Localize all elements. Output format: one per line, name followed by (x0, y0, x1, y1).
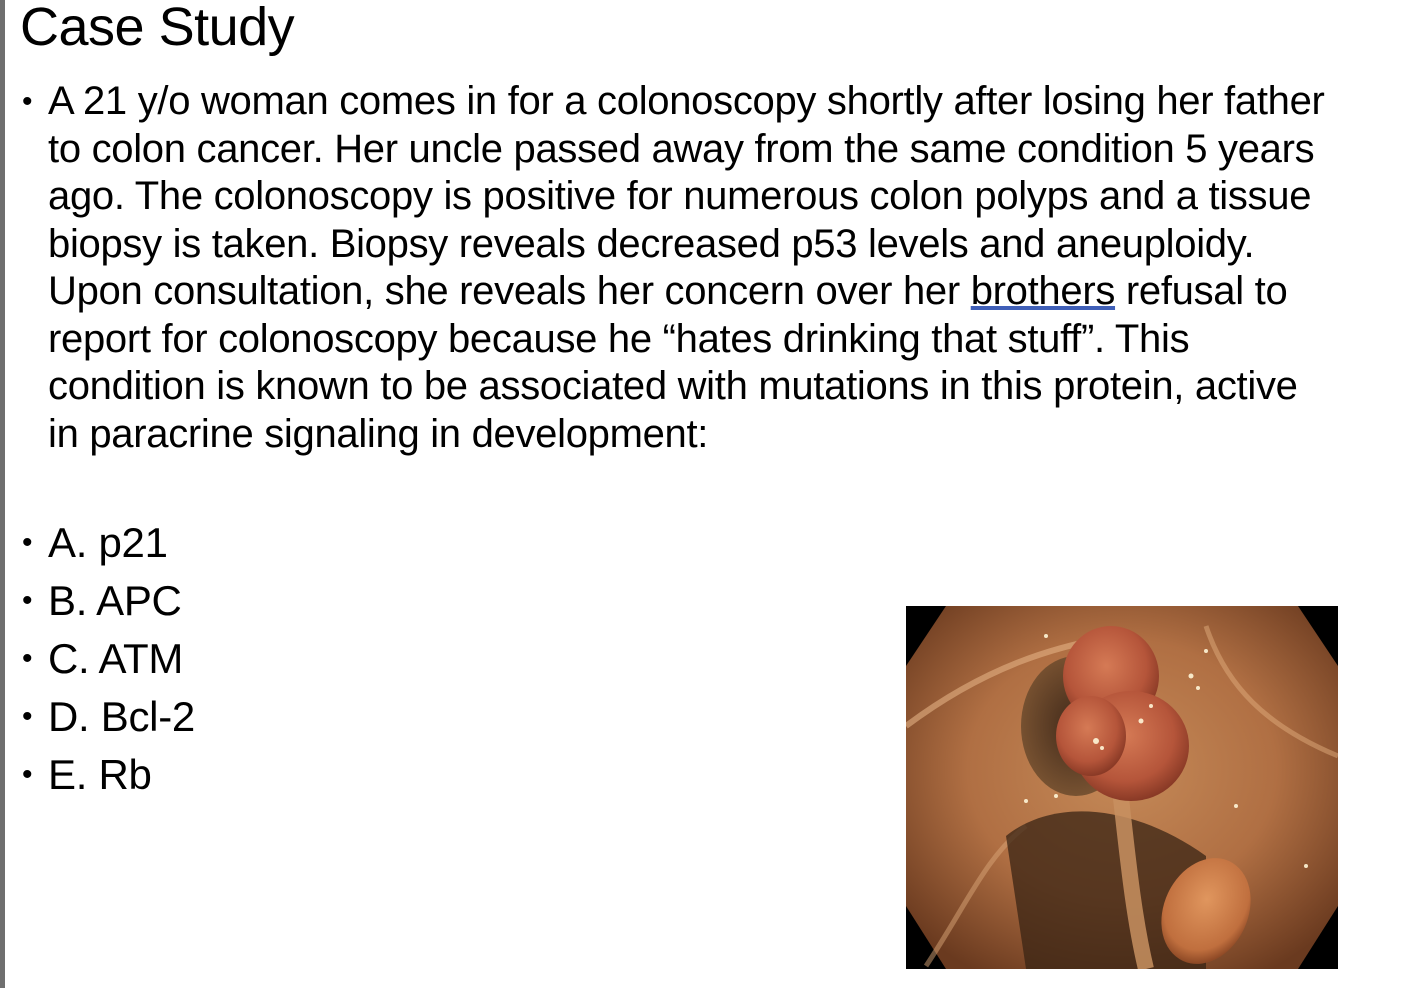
bullet-dot-icon: • (22, 85, 33, 118)
answer-option-label: D. Bcl-2 (48, 693, 195, 740)
colonoscopy-image (906, 606, 1338, 969)
answer-option-label: C. ATM (48, 635, 184, 682)
answer-options: • A. p21 • B. APC • C. ATM • D. Bcl-2 • … (16, 514, 195, 804)
answer-option-label: A. p21 (48, 519, 168, 566)
answer-option-e: • E. Rb (16, 746, 195, 804)
answer-option-a: • A. p21 (16, 514, 195, 572)
slide: Case Study • A 21 y/o woman comes in for… (6, 0, 1424, 988)
bullet-dot-icon: • (22, 758, 33, 792)
question-text: A 21 y/o woman comes in for a colonoscop… (48, 78, 1338, 458)
answer-option-d: • D. Bcl-2 (16, 688, 195, 746)
colonoscopy-photo-illustration (906, 606, 1338, 969)
bullet-dot-icon: • (22, 584, 33, 618)
bullet-dot-icon: • (22, 642, 33, 676)
answer-option-label: E. Rb (48, 751, 152, 798)
answer-option-b: • B. APC (16, 572, 195, 630)
bullet-dot-icon: • (22, 526, 33, 560)
answer-option-label: B. APC (48, 577, 182, 624)
slide-title: Case Study (20, 0, 295, 57)
answer-option-c: • C. ATM (16, 630, 195, 688)
window-left-edge (0, 0, 5, 988)
question-underlined-word: brothers (970, 269, 1116, 313)
question-block: • A 21 y/o woman comes in for a colonosc… (16, 78, 1346, 458)
bullet-dot-icon: • (22, 700, 33, 734)
question-bullet: • A 21 y/o woman comes in for a colonosc… (16, 78, 1346, 458)
